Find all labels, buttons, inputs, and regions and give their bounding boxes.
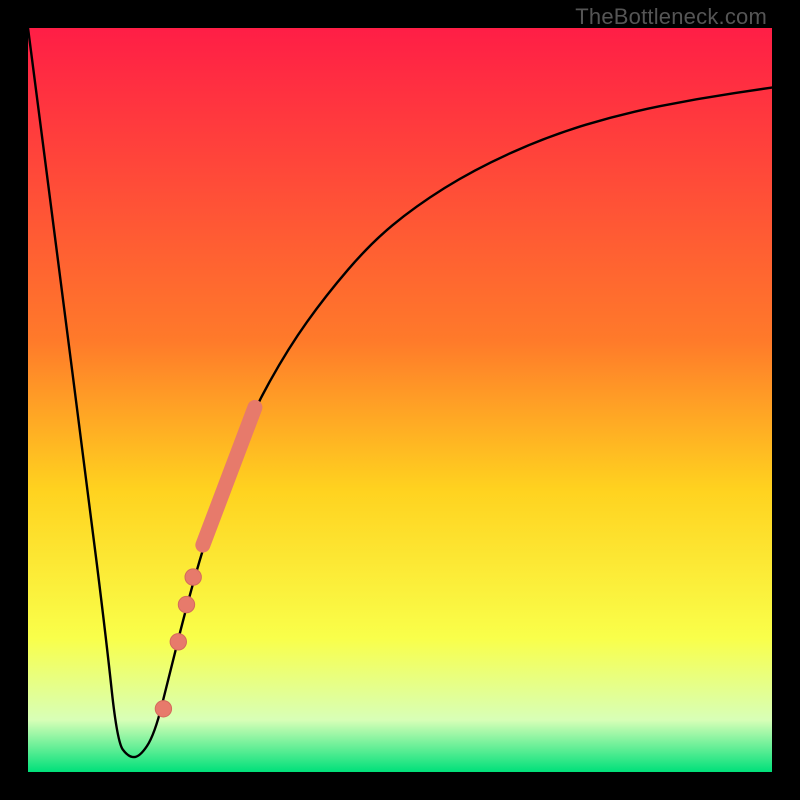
chart-plot-area bbox=[28, 28, 772, 772]
marker-point bbox=[170, 634, 186, 650]
chart-svg bbox=[28, 28, 772, 772]
outer-frame: TheBottleneck.com bbox=[0, 0, 800, 800]
marker-point bbox=[185, 569, 201, 585]
marker-point bbox=[155, 701, 171, 717]
marker-point bbox=[178, 596, 194, 612]
gradient-background bbox=[28, 28, 772, 772]
watermark-text: TheBottleneck.com bbox=[575, 4, 767, 30]
